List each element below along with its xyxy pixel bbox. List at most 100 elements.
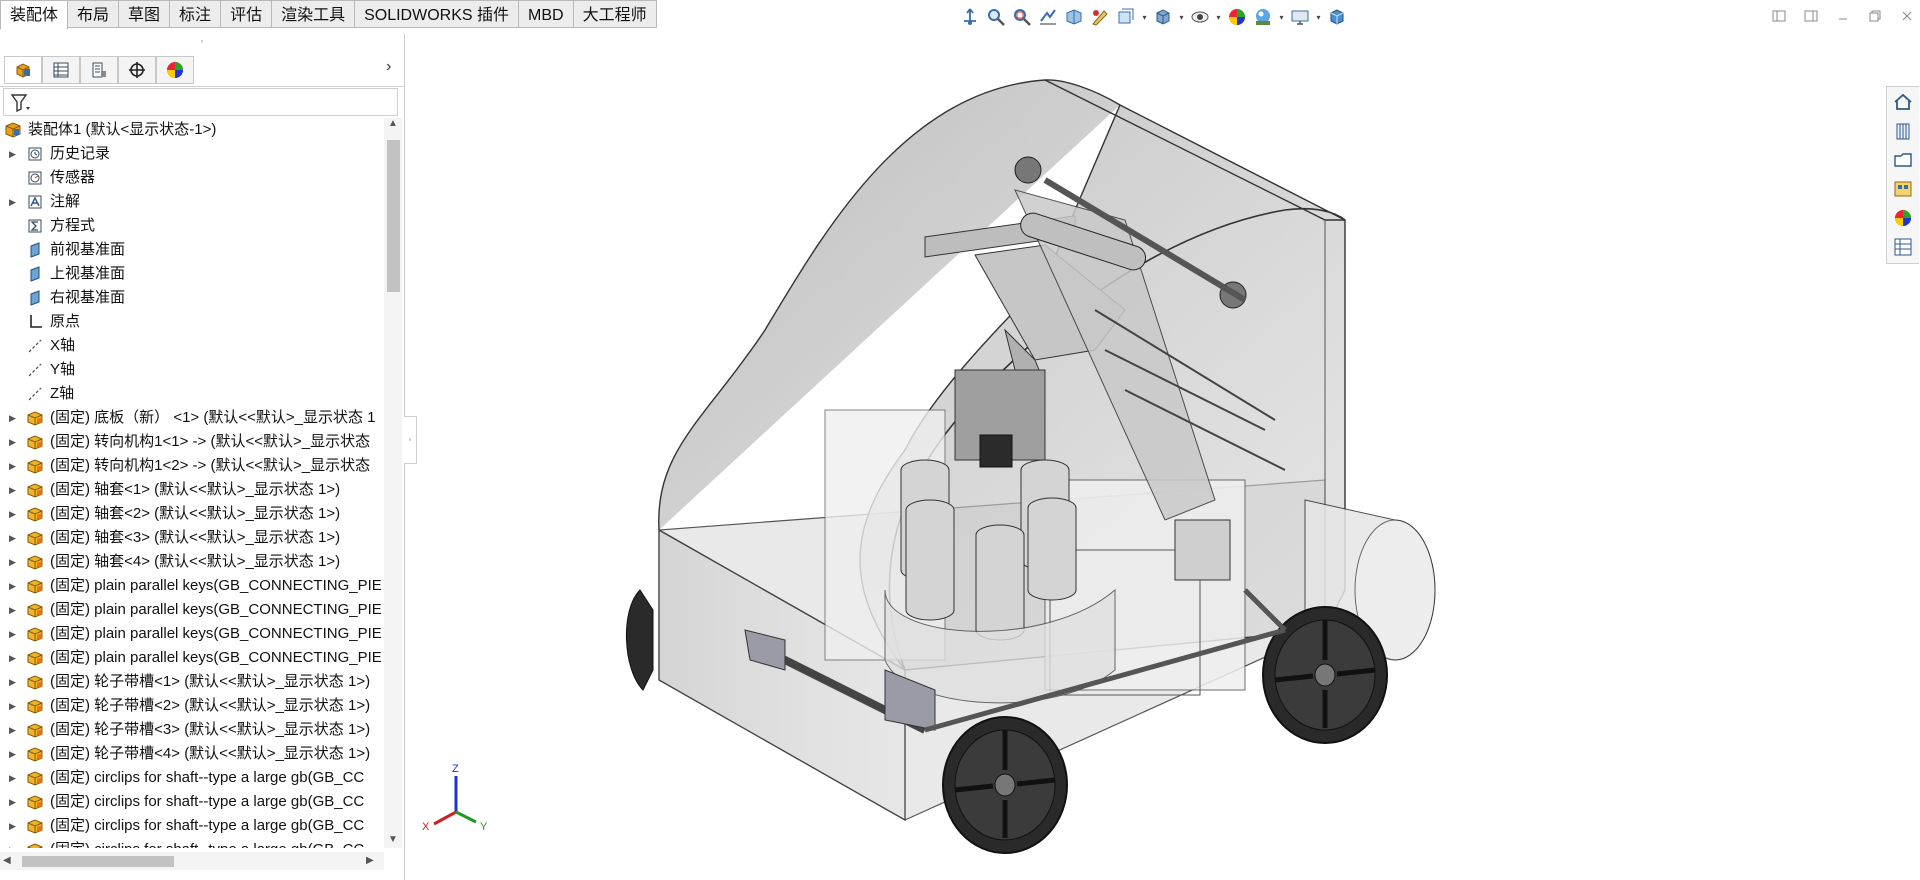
tree-item[interactable]: ▶ (固定) 轮子带槽<3> (默认<<默认>_显示状态 1>) xyxy=(0,718,384,742)
tab-5[interactable]: 渲染工具 xyxy=(272,0,356,28)
tree-item[interactable]: ▶ (固定) 轮子带槽<2> (默认<<默认>_显示状态 1>) xyxy=(0,694,384,718)
hide-show-icon[interactable] xyxy=(1188,5,1212,29)
tree-item[interactable]: ▶ (固定) plain parallel keys(GB_CONNECTING_… xyxy=(0,622,384,646)
configurationmanager-tab-icon[interactable] xyxy=(80,56,118,84)
tree-item[interactable]: 前视基准面 xyxy=(0,238,384,262)
expand-arrow-icon[interactable]: ▶ xyxy=(9,502,16,526)
tree-item[interactable]: ▶ (固定) 底板（新） <1> (默认<<默认>_显示状态 1 xyxy=(0,406,384,430)
featuremanager-tab-icon[interactable] xyxy=(4,56,42,84)
propertymanager-tab-icon[interactable] xyxy=(42,56,80,84)
tree-item[interactable]: X轴 xyxy=(0,334,384,358)
tab-6[interactable]: SOLIDWORKS 插件 xyxy=(355,0,520,28)
tree-item[interactable]: ▶ (固定) plain parallel keys(GB_CONNECTING_… xyxy=(0,646,384,670)
tile-right-icon[interactable] xyxy=(1798,4,1824,28)
tree-item[interactable]: ▶ (固定) 转向机构1<2> -> (默认<<默认>_显示状态 xyxy=(0,454,384,478)
minimize-icon[interactable] xyxy=(1830,4,1856,28)
graphics-area[interactable] xyxy=(405,30,1885,880)
tree-item[interactable]: ▶ (固定) plain parallel keys(GB_CONNECTING_… xyxy=(0,574,384,598)
scroll-right-icon[interactable]: ▶ xyxy=(366,855,374,866)
custom-properties-icon[interactable] xyxy=(1892,236,1914,258)
expand-arrow-icon[interactable]: ▶ xyxy=(9,790,16,814)
tab-2[interactable]: 草图 xyxy=(119,0,171,28)
expand-arrow-icon[interactable]: ▶ xyxy=(9,478,16,502)
tree-item[interactable]: ▶ (固定) 轴套<4> (默认<<默认>_显示状态 1>) xyxy=(0,550,384,574)
expand-arrow-icon[interactable]: ▶ xyxy=(9,550,16,574)
tree-item[interactable]: 传感器 xyxy=(0,166,384,190)
scroll-up-icon[interactable]: ▲ xyxy=(388,118,398,129)
expand-arrow-icon[interactable]: ▶ xyxy=(9,190,16,214)
expand-arrow-icon[interactable]: ▶ xyxy=(9,718,16,742)
tree-item[interactable]: ▶ (固定) 轴套<1> (默认<<默认>_显示状态 1>) xyxy=(0,478,384,502)
tree-item[interactable]: ▶ (固定) 转向机构1<1> -> (默认<<默认>_显示状态 xyxy=(0,430,384,454)
scroll-thumb[interactable] xyxy=(387,140,400,292)
tree-item[interactable]: 原点 xyxy=(0,310,384,334)
tree-filter-input[interactable] xyxy=(3,88,398,116)
tree-item[interactable]: ▶ 历史记录 xyxy=(0,142,384,166)
panel-grip[interactable]: ◦ xyxy=(0,34,404,48)
vehicle-assembly-model[interactable] xyxy=(625,79,1436,854)
tab-7[interactable]: MBD xyxy=(519,0,574,28)
expand-arrow-icon[interactable]: ▶ xyxy=(9,694,16,718)
edit-appearance-icon[interactable] xyxy=(1225,5,1249,29)
dynamic-annotation-icon[interactable] xyxy=(1088,5,1112,29)
expand-arrow-icon[interactable]: ▶ xyxy=(9,574,16,598)
tree-item[interactable]: ▶ (固定) plain parallel keys(GB_CONNECTING_… xyxy=(0,598,384,622)
dimxpert-tab-icon[interactable] xyxy=(118,56,156,84)
view-selector-icon[interactable] xyxy=(1114,5,1138,29)
expand-arrow-icon[interactable]: ▶ xyxy=(9,526,16,550)
view-palette-icon[interactable] xyxy=(1892,178,1914,200)
tree-item[interactable]: ▶ 注解 xyxy=(0,190,384,214)
tree-item[interactable]: ▶ (固定) circlips for shaft--type a large g… xyxy=(0,790,384,814)
tab-1[interactable]: 布局 xyxy=(68,0,120,28)
tree-item[interactable]: ▶ (固定) circlips for shaft--type a large g… xyxy=(0,814,384,838)
expand-arrow-icon[interactable]: ▶ xyxy=(9,838,16,848)
zoom-to-area-icon[interactable] xyxy=(1010,5,1034,29)
tree-root-assembly[interactable]: 装配体1 (默认<显示状态-1>) xyxy=(0,118,384,142)
display-pane-icon[interactable] xyxy=(1325,5,1349,29)
file-explorer-icon[interactable] xyxy=(1892,149,1914,171)
expand-arrow-icon[interactable]: ▶ xyxy=(9,766,16,790)
display-style-dropdown-icon[interactable]: ▾ xyxy=(1177,5,1186,29)
expand-arrow-icon[interactable]: ▶ xyxy=(9,622,16,646)
expand-arrow-icon[interactable]: ▶ xyxy=(9,406,16,430)
apply-scene-icon[interactable] xyxy=(1251,5,1275,29)
tree-vertical-scrollbar[interactable]: ▲ ▼ xyxy=(384,118,402,848)
scroll-down-icon[interactable]: ▼ xyxy=(388,834,398,845)
tab-4[interactable]: 评估 xyxy=(221,0,273,28)
expand-arrow-icon[interactable]: ▶ xyxy=(9,430,16,454)
hide-show-dropdown-icon[interactable]: ▾ xyxy=(1214,5,1223,29)
tree-item[interactable]: ▶ (固定) circlips for shaft--type a large g… xyxy=(0,838,384,848)
solidworks-resources-icon[interactable] xyxy=(1892,91,1914,113)
tree-item[interactable]: ▶ (固定) 轮子带槽<4> (默认<<默认>_显示状态 1>) xyxy=(0,742,384,766)
tree-item[interactable]: 方程式 xyxy=(0,214,384,238)
tab-0[interactable]: 装配体 xyxy=(0,0,69,30)
tree-item[interactable]: ▶ (固定) 轴套<2> (默认<<默认>_显示状态 1>) xyxy=(0,502,384,526)
design-library-icon[interactable] xyxy=(1892,120,1914,142)
view-orientation-icon[interactable] xyxy=(958,5,982,29)
tree-item[interactable]: 上视基准面 xyxy=(0,262,384,286)
tab-8[interactable]: 大工程师 xyxy=(573,0,657,28)
displaymanager-tab-icon[interactable] xyxy=(156,56,194,84)
expand-arrow-icon[interactable]: ▶ xyxy=(9,670,16,694)
previous-view-icon[interactable] xyxy=(1036,5,1060,29)
expand-arrow-icon[interactable]: ▶ xyxy=(9,142,16,166)
view-selector-dropdown-icon[interactable]: ▾ xyxy=(1140,5,1149,29)
section-view-icon[interactable] xyxy=(1062,5,1086,29)
view-settings-dropdown-icon[interactable]: ▾ xyxy=(1314,5,1323,29)
expand-arrow-icon[interactable]: ▶ xyxy=(9,646,16,670)
tree-horizontal-scrollbar[interactable]: ◀ ▶ xyxy=(0,852,384,870)
tree-item[interactable]: Z轴 xyxy=(0,382,384,406)
tab-3[interactable]: 标注 xyxy=(170,0,222,28)
expand-arrow-icon[interactable]: ▶ xyxy=(9,814,16,838)
chevron-right-icon[interactable]: › xyxy=(386,58,391,76)
scroll-left-icon[interactable]: ◀ xyxy=(3,855,11,866)
tree-item[interactable]: ▶ (固定) 轮子带槽<1> (默认<<默认>_显示状态 1>) xyxy=(0,670,384,694)
zoom-to-fit-icon[interactable] xyxy=(984,5,1008,29)
appearances-icon[interactable] xyxy=(1892,207,1914,229)
tile-left-icon[interactable] xyxy=(1766,4,1792,28)
restore-icon[interactable] xyxy=(1862,4,1888,28)
tree-item[interactable]: Y轴 xyxy=(0,358,384,382)
close-icon[interactable] xyxy=(1894,4,1920,28)
tree-item[interactable]: 右视基准面 xyxy=(0,286,384,310)
expand-arrow-icon[interactable]: ▶ xyxy=(9,742,16,766)
